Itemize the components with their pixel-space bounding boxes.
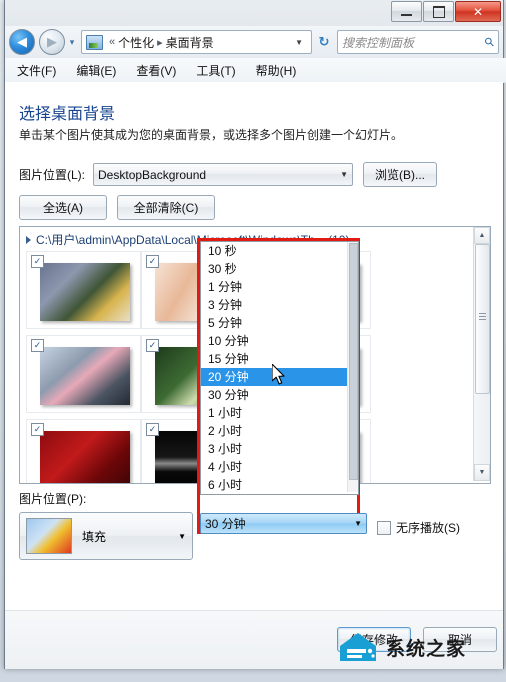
breadcrumb[interactable]: « 个性化 ▸ 桌面背景 ▼ — [81, 30, 312, 54]
menu-bar: 文件(F) 编辑(E) 查看(V) 工具(T) 帮助(H) — [5, 58, 506, 83]
refresh-icon: ↻ — [318, 34, 330, 49]
chevron-down-icon: ▼ — [178, 531, 186, 541]
menu-item-view[interactable]: 查看(V) — [136, 62, 176, 79]
scroll-down-button[interactable]: ▼ — [474, 464, 490, 481]
dropdown-scrollbar[interactable] — [347, 242, 358, 492]
interval-combo[interactable]: 30 分钟 ▼ — [200, 513, 367, 534]
breadcrumb-item-desktop-background[interactable]: 桌面背景 — [166, 34, 214, 51]
window-controls: ✕ — [390, 1, 501, 22]
menu-item-edit[interactable]: 编辑(E) — [76, 62, 116, 79]
menu-item-file[interactable]: 文件(F) — [17, 62, 56, 79]
thumbnail-image[interactable] — [40, 431, 130, 483]
picture-location-label: 图片位置(L): — [19, 168, 86, 182]
chevron-down-icon: ▾ — [69, 36, 75, 47]
shuffle-checkbox[interactable] — [377, 520, 391, 535]
menu-item-tools[interactable]: 工具(T) — [196, 62, 235, 79]
dropdown-option-4hour[interactable]: 4 小时 — [201, 458, 358, 476]
chevron-down-icon: ▼ — [354, 519, 362, 528]
picture-position-value: 填充 — [82, 529, 107, 544]
watermark-logo-icon — [340, 633, 376, 661]
picture-location-value: DesktopBackground — [98, 167, 207, 182]
dropdown-option-12hour[interactable]: 12 小时 — [201, 494, 358, 495]
list-item[interactable]: ✓ — [26, 335, 141, 413]
forward-arrow-icon: ▶ — [47, 34, 57, 49]
thumbnail-checkbox[interactable]: ✓ — [31, 423, 44, 436]
chevron-down-icon[interactable]: ▼ — [289, 38, 309, 47]
dropdown-option-5min[interactable]: 5 分钟 — [201, 314, 358, 332]
dropdown-option-6hour[interactable]: 6 小时 — [201, 476, 358, 494]
back-button[interactable]: ◀ — [9, 29, 35, 55]
dropdown-option-3min[interactable]: 3 分钟 — [201, 296, 358, 314]
breadcrumb-item-personalization[interactable]: 个性化 — [118, 34, 154, 51]
thumbnail-checkbox[interactable]: ✓ — [146, 423, 159, 436]
list-item[interactable]: ✓ — [26, 419, 141, 483]
scroll-up-button[interactable]: ▲ — [474, 227, 490, 244]
scrollbar-thumb[interactable] — [475, 244, 490, 394]
picture-location-combo[interactable]: DesktopBackground ▼ — [93, 163, 354, 186]
watermark-text: 系统之家 — [386, 638, 467, 660]
refresh-button[interactable]: ↻ — [313, 31, 335, 53]
title-bar: ✕ — [5, 0, 503, 26]
shuffle-checkbox-row[interactable]: 无序播放(S) — [377, 519, 460, 536]
history-dropdown-button[interactable]: ▾ — [65, 37, 79, 48]
thumbnail-image[interactable] — [40, 347, 130, 405]
dropdown-option-2hour[interactable]: 2 小时 — [201, 422, 358, 440]
dropdown-option-3hour[interactable]: 3 小时 — [201, 440, 358, 458]
picture-location-row: 图片位置(L): DesktopBackground ▼ 浏览(B)... — [19, 162, 438, 187]
chevron-down-icon: ▼ — [340, 170, 349, 179]
control-panel-icon — [86, 34, 103, 50]
close-icon: ✕ — [472, 4, 484, 19]
thumbnail-image[interactable] — [40, 263, 130, 321]
picture-position-combo[interactable]: 填充 ▼ — [19, 512, 193, 560]
position-preview-icon — [26, 518, 72, 554]
thumbnail-checkbox[interactable]: ✓ — [31, 255, 44, 268]
page-title: 选择桌面背景 — [19, 106, 116, 123]
dropdown-option-1min[interactable]: 1 分钟 — [201, 278, 358, 296]
search-input[interactable]: 搜索控制面板 — [342, 34, 485, 51]
picture-list-scrollbar[interactable]: ▲ ▼ — [473, 227, 490, 481]
breadcrumb-overflow-icon[interactable]: « — [106, 36, 118, 48]
triangle-down-icon: ▼ — [478, 469, 486, 476]
dropdown-scrollbar-thumb[interactable] — [349, 243, 358, 480]
breadcrumb-separator-icon: ▸ — [157, 36, 163, 49]
back-arrow-icon: ◀ — [17, 34, 27, 49]
shuffle-label: 无序播放(S) — [396, 521, 460, 535]
list-item[interactable]: ✓ — [26, 251, 141, 329]
maximize-button[interactable] — [423, 1, 454, 22]
thumbnail-checkbox[interactable]: ✓ — [146, 339, 159, 352]
forward-button[interactable]: ▶ — [39, 29, 65, 55]
screenshot-root: 系统之家 ✕ ◀ ▶ — [0, 0, 506, 682]
position-label: 图片位置(P): — [19, 492, 87, 506]
selection-buttons-row: 全选(A) 全部清除(C) — [19, 195, 215, 220]
address-bar: ◀ ▶ ▾ « 个性化 ▸ 桌面背景 ▼ ↻ 搜索控制面板 ⚲ — [5, 26, 503, 59]
dropdown-option-10min[interactable]: 10 分钟 — [201, 332, 358, 350]
dropdown-option-30s[interactable]: 30 秒 — [201, 260, 358, 278]
clear-all-button[interactable]: 全部清除(C) — [117, 195, 215, 220]
maximize-icon — [432, 5, 445, 18]
watermark: 系统之家 — [336, 630, 466, 664]
page-subtitle: 单击某个图片使其成为您的桌面背景，或选择多个图片创建一个幻灯片。 — [19, 128, 404, 142]
collapse-triangle-icon[interactable] — [26, 235, 31, 244]
menu-item-help[interactable]: 帮助(H) — [256, 62, 297, 79]
dropdown-option-30min[interactable]: 30 分钟 — [201, 386, 358, 404]
minimize-icon — [401, 14, 412, 16]
thumbnail-checkbox[interactable]: ✓ — [146, 255, 159, 268]
browse-button[interactable]: 浏览(B)... — [363, 162, 438, 187]
close-button[interactable]: ✕ — [455, 1, 501, 22]
search-box[interactable]: 搜索控制面板 ⚲ — [337, 30, 499, 54]
dropdown-option-10s[interactable]: 10 秒 — [201, 242, 358, 260]
select-all-button[interactable]: 全选(A) — [19, 195, 107, 220]
triangle-up-icon: ▲ — [478, 232, 486, 239]
interval-combo-value: 30 分钟 — [205, 517, 246, 531]
minimize-button[interactable] — [391, 1, 422, 22]
dropdown-option-1hour[interactable]: 1 小时 — [201, 404, 358, 422]
mouse-cursor-icon — [272, 364, 285, 385]
thumbnail-checkbox[interactable]: ✓ — [31, 339, 44, 352]
